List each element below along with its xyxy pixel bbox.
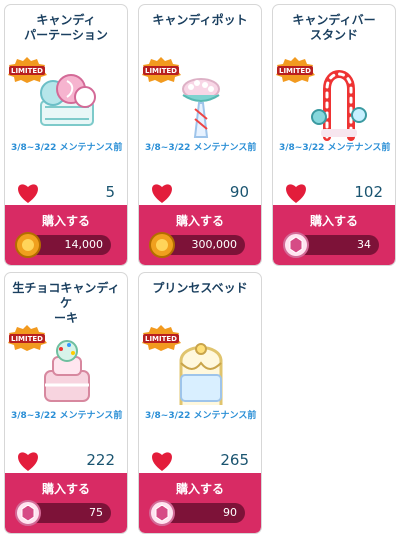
item-card-candy-partition[interactable]: キャンディ パーテーション LIMITED 3/8~3/22 メンテナンス前 5… [4, 4, 128, 266]
item-title: キャンディバー スタンド [292, 13, 376, 42]
price: 75 [89, 506, 103, 519]
price-bar: 75 [15, 500, 111, 526]
buy-label: 購入する [41, 214, 90, 228]
item-image-candy-partition [27, 63, 107, 143]
buy-button[interactable]: 購入する 90 [139, 473, 261, 533]
buy-button[interactable]: 購入する 300,000 [139, 205, 261, 265]
heart-icon [15, 449, 41, 473]
likes-count: 102 [354, 183, 383, 201]
item-image-chocolate-candy-cake [27, 331, 107, 411]
maintenance-note: 3/8~3/22 メンテナンス前 [145, 411, 257, 421]
price-bar: 300,000 [149, 232, 245, 258]
likes-count: 5 [105, 183, 115, 201]
buy-label: 購入する [175, 482, 224, 496]
item-card-princess-bed[interactable]: プリンセスベッド LIMITED 3/8~3/22 メンテナンス前 265 購入… [138, 272, 262, 534]
price: 300,000 [191, 238, 238, 251]
likes-count: 90 [229, 183, 249, 201]
price: 14,000 [64, 238, 104, 251]
price-bar: 14,000 [15, 232, 111, 258]
item-title: キャンディポット [152, 13, 248, 27]
buy-button[interactable]: 購入する 75 [5, 473, 127, 533]
maintenance-note: 3/8~3/22 メンテナンス前 [11, 143, 123, 153]
buy-button[interactable]: 購入する 34 [273, 205, 395, 265]
heart-icon [149, 449, 175, 473]
likes-count: 265 [220, 451, 249, 469]
gem-icon [283, 232, 309, 258]
gem-icon [15, 500, 41, 526]
buy-label: 購入する [175, 214, 224, 228]
item-card-chocolate-candy-cake[interactable]: 生チョコキャンディケ ーキ LIMITED 3/8~3/22 メンテナンス前 2… [4, 272, 128, 534]
price-bar: 34 [283, 232, 379, 258]
maintenance-note: 3/8~3/22 メンテナンス前 [145, 143, 257, 153]
item-image-candy-bar-stand [295, 63, 375, 143]
coin-icon [149, 232, 175, 258]
likes-count: 222 [86, 451, 115, 469]
item-title: キャンディ パーテーション [24, 13, 108, 42]
item-title: プリンセスベッド [152, 281, 248, 295]
item-title: 生チョコキャンディケ ーキ [12, 281, 120, 325]
item-card-candy-pot[interactable]: キャンディポット LIMITED 3/8~3/22 メンテナンス前 90 購入す… [138, 4, 262, 266]
heart-icon [15, 181, 41, 205]
price-bar: 90 [149, 500, 245, 526]
buy-label: 購入する [309, 214, 358, 228]
item-card-candy-bar-stand[interactable]: キャンディバー スタンド LIMITED 3/8~3/22 メンテナンス前 10… [272, 4, 396, 266]
item-image-princess-bed [161, 331, 241, 411]
heart-icon [149, 181, 175, 205]
price: 34 [357, 238, 371, 251]
maintenance-note: 3/8~3/22 メンテナンス前 [11, 411, 123, 421]
buy-button[interactable]: 購入する 14,000 [5, 205, 127, 265]
price: 90 [223, 506, 237, 519]
buy-label: 購入する [41, 482, 90, 496]
gem-icon [149, 500, 175, 526]
maintenance-note: 3/8~3/22 メンテナンス前 [279, 143, 391, 153]
heart-icon [283, 181, 309, 205]
coin-icon [15, 232, 41, 258]
item-image-candy-pot [161, 63, 241, 143]
